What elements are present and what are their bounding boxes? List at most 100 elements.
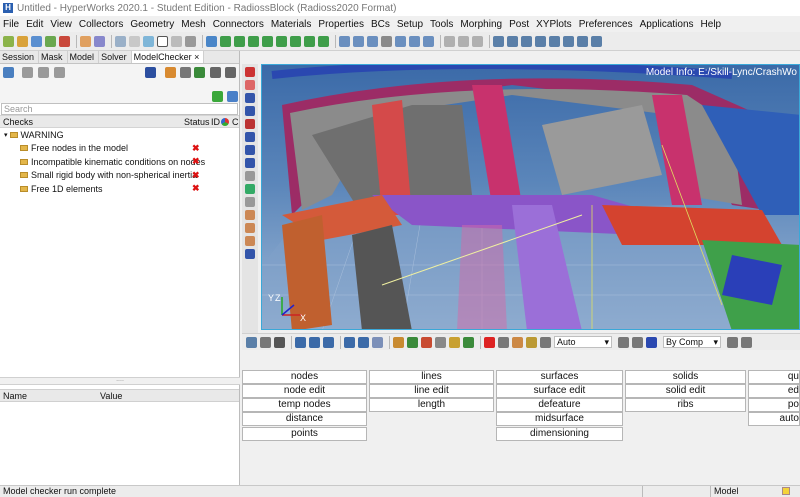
fit-icon[interactable] (339, 35, 350, 47)
export-results-icon[interactable] (194, 67, 205, 78)
filter-icon[interactable] (38, 67, 49, 78)
panel-button-node-edit[interactable]: node edit (242, 384, 367, 398)
panel-button-auto[interactable]: auto (748, 412, 800, 426)
view-front-icon[interactable] (290, 35, 301, 47)
component-icon[interactable] (245, 67, 255, 77)
panel-button-line-edit[interactable]: line edit (369, 384, 494, 398)
display-options-icon[interactable] (94, 35, 105, 47)
feature-lines-icon[interactable] (526, 336, 537, 348)
connector-icon[interactable] (245, 145, 255, 155)
wireframe-icon[interactable] (185, 35, 196, 47)
menu-post[interactable]: Post (509, 19, 529, 30)
menu-file[interactable]: File (3, 19, 19, 30)
menu-connectors[interactable]: Connectors (213, 19, 264, 30)
panel-button-surface-edit[interactable]: surface edit (496, 384, 623, 398)
view-iso-icon[interactable] (220, 35, 231, 47)
select-icon[interactable] (260, 336, 271, 348)
color-mode-dropdown[interactable]: By Comp ▾ (663, 336, 721, 348)
panel-button-solids[interactable]: solids (625, 370, 746, 384)
col-id[interactable]: ID (211, 117, 220, 127)
label-icon[interactable] (245, 197, 255, 207)
menu-mesh[interactable]: Mesh (181, 19, 205, 30)
refresh-icon[interactable] (212, 91, 223, 102)
next-icon[interactable] (309, 336, 320, 348)
system-icon[interactable] (245, 249, 255, 259)
menu-geometry[interactable]: Geometry (130, 19, 174, 30)
plus-icon[interactable] (358, 336, 369, 348)
zoom-icon[interactable] (206, 35, 217, 47)
panel-button-defeature[interactable]: defeature (496, 398, 623, 412)
element-icon[interactable] (245, 80, 255, 90)
visualization-icon[interactable] (632, 336, 643, 348)
menu-xyplots[interactable]: XYPlots (536, 19, 572, 30)
reverse-icon[interactable] (372, 336, 383, 348)
box-icon[interactable] (646, 336, 657, 348)
layout-4-icon[interactable] (535, 35, 546, 47)
panel-button-lines[interactable]: lines (369, 370, 494, 384)
shaded-elements-icon[interactable] (498, 336, 509, 348)
layout-2-icon[interactable] (507, 35, 518, 47)
zoom-in-icon[interactable] (353, 35, 364, 47)
menu-tools[interactable]: Tools (430, 19, 453, 30)
node-icon[interactable] (245, 93, 255, 103)
color-wheel-icon[interactable] (221, 118, 229, 126)
check-row[interactable]: Free 1D elements ✖ (0, 182, 239, 196)
col-value[interactable]: Value (100, 391, 122, 401)
mask-icon[interactable] (143, 35, 154, 47)
tab-session[interactable]: Session (0, 51, 40, 63)
menu-view[interactable]: View (50, 19, 72, 30)
user-profile-icon[interactable] (80, 35, 91, 47)
paste-icon[interactable] (458, 35, 469, 47)
search-input[interactable]: Search (1, 103, 238, 115)
menu-bcs[interactable]: BCs (371, 19, 390, 30)
checks-config-icon[interactable] (3, 67, 14, 78)
solid-icon[interactable] (245, 119, 255, 129)
pan-hand-icon[interactable] (381, 35, 392, 47)
copy-icon[interactable] (444, 35, 455, 47)
tag-icon[interactable] (245, 210, 255, 220)
group-icon[interactable] (54, 67, 65, 78)
menu-morphing[interactable]: Morphing (460, 19, 502, 30)
panel-button-distance[interactable]: distance (242, 412, 367, 426)
clip-icon[interactable] (472, 35, 483, 47)
menu-setup[interactable]: Setup (397, 19, 423, 30)
view-back-icon[interactable] (304, 35, 315, 47)
zoom-out-icon[interactable] (367, 35, 378, 47)
save-model-icon[interactable] (31, 35, 42, 47)
menu-properties[interactable]: Properties (318, 19, 364, 30)
menu-materials[interactable]: Materials (271, 19, 312, 30)
hide-icon[interactable] (225, 67, 236, 78)
panel-button-surfaces[interactable]: surfaces (496, 370, 623, 384)
col-checks[interactable]: Checks (3, 117, 33, 127)
hide-all-icon[interactable] (421, 336, 432, 348)
unmask-icon[interactable] (157, 35, 168, 47)
export-icon[interactable] (59, 35, 70, 47)
tab-modelchecker[interactable]: ModelChecker × (131, 51, 205, 63)
view-right-icon[interactable] (276, 35, 287, 47)
panel-button-points[interactable]: points (242, 427, 367, 441)
pointer-icon[interactable] (180, 67, 191, 78)
show-all-icon[interactable] (407, 336, 418, 348)
minus-icon[interactable] (344, 336, 355, 348)
apply-icon[interactable] (463, 336, 474, 348)
more-options-icon[interactable] (741, 336, 752, 348)
panel-button-po[interactable]: po (748, 398, 800, 412)
col-status[interactable]: Status (184, 117, 210, 127)
isolate-only-icon[interactable] (435, 336, 446, 348)
reverse-display-icon[interactable] (449, 336, 460, 348)
status-color-swatch-icon[interactable] (782, 487, 790, 495)
mesh-lines-icon[interactable] (512, 336, 523, 348)
previous-icon[interactable] (295, 336, 306, 348)
new-model-icon[interactable] (3, 35, 14, 47)
transparency-icon[interactable] (540, 336, 551, 348)
menu-edit[interactable]: Edit (26, 19, 43, 30)
col-c[interactable]: C (232, 117, 239, 127)
display-mode-dropdown[interactable]: Auto ▾ (554, 336, 612, 348)
menu-help[interactable]: Help (701, 19, 722, 30)
check-row[interactable]: Free nodes in the model ✖ (0, 142, 239, 156)
layout-6-icon[interactable] (563, 35, 574, 47)
panel-splitter[interactable]: .... (0, 376, 240, 385)
measure-icon[interactable] (245, 184, 255, 194)
close-tab-icon[interactable]: × (194, 52, 199, 62)
panel-button-edit[interactable]: ed (748, 384, 800, 398)
